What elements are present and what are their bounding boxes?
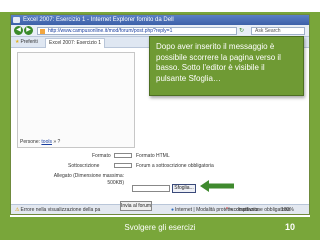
- footer-title: Svolgere gli esercizi: [124, 223, 196, 232]
- favorites-label: Preferiti: [20, 39, 38, 45]
- search-input[interactable]: Ask Search: [251, 27, 305, 35]
- status-error[interactable]: ⚠Errore nella visualizzazione della pa: [15, 205, 101, 214]
- persone-link[interactable]: tools: [41, 139, 52, 145]
- message-editor[interactable]: [17, 52, 135, 148]
- tab-current[interactable]: Excel 2007: Esercizio 1: [45, 38, 105, 48]
- window-title: Excel 2007: Esercizio 1 - Internet Explo…: [23, 17, 174, 23]
- address-text: http://www.campusonline.it/mod/forum/pos…: [48, 28, 173, 34]
- required-note: * = compilazione obbligatoria: [226, 207, 290, 213]
- globe-icon: ●: [171, 207, 175, 213]
- attachment-path-input[interactable]: [132, 185, 170, 192]
- favorites-button[interactable]: ★Preferiti: [15, 39, 38, 45]
- page-number: 10: [285, 222, 296, 232]
- address-input[interactable]: http://www.campusonline.it/mod/forum/pos…: [37, 27, 237, 35]
- slide-right-border: [310, 12, 320, 217]
- page-icon: [40, 29, 45, 34]
- format-value: Formato HTML: [136, 153, 170, 159]
- required-note-text: = compilazione obbligatoria: [229, 207, 291, 213]
- required-asterisk: *: [226, 207, 228, 213]
- persone-suffix: » ?: [53, 139, 61, 145]
- attachment-label: Allegato (Dimensione massima: 500KB): [53, 173, 124, 186]
- slide-top-margin: [0, 0, 320, 12]
- slide-left-border: [0, 12, 10, 217]
- callout-tooltip: Dopo aver inserito il messaggio è possib…: [149, 36, 304, 96]
- browse-button[interactable]: Sfoglia...: [172, 184, 196, 193]
- format-label: Formato: [92, 153, 111, 159]
- window-icon: [13, 17, 20, 23]
- subscription-label: Sottoscrizione: [68, 163, 100, 169]
- pointer-arrow-icon: [200, 180, 234, 192]
- format-select[interactable]: [114, 153, 132, 158]
- persone-label: Persone:: [20, 139, 41, 145]
- subscription-select[interactable]: [114, 163, 132, 168]
- search-placeholder: Ask Search: [255, 28, 281, 34]
- slide-footer: Svolgere gli esercizi 10: [0, 217, 320, 240]
- warning-icon: ⚠: [15, 207, 20, 213]
- refresh-icon[interactable]: ↻: [239, 27, 247, 35]
- forward-arrow-icon[interactable]: ▶: [24, 26, 33, 35]
- browser-title-bar: Excel 2007: Esercizio 1 - Internet Explo…: [11, 15, 309, 25]
- star-icon: ★: [15, 39, 20, 45]
- persone-row: Persone: tools » ?: [20, 139, 60, 145]
- status-error-text: Errore nella visualizzazione della pa: [20, 207, 101, 213]
- back-arrow-icon[interactable]: ◀: [14, 26, 23, 35]
- submit-to-forum-button[interactable]: Invia al forum: [120, 201, 152, 211]
- subscription-value: Forum a sottoscrizione obbligatoria: [136, 163, 214, 169]
